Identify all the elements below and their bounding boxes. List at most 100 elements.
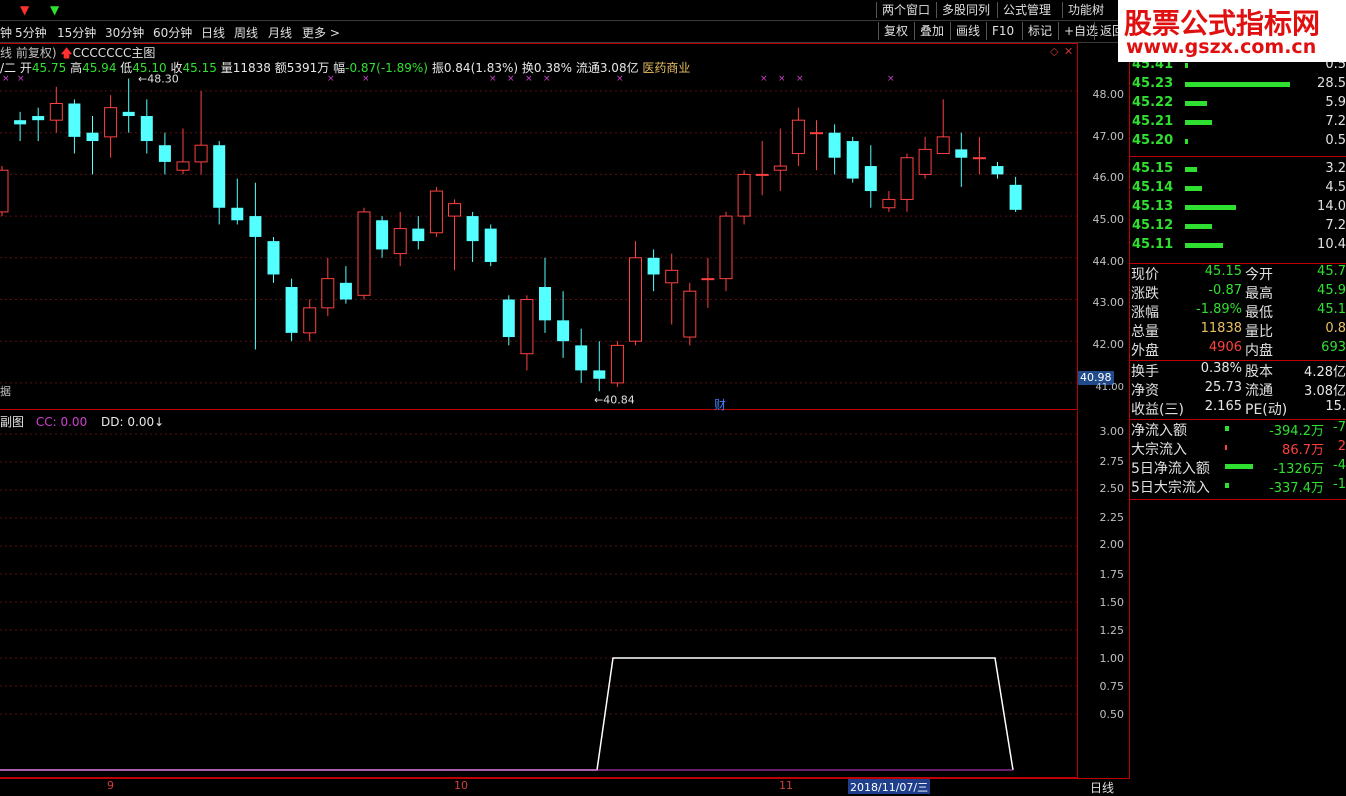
- volume-bar: [1185, 224, 1213, 229]
- period-30min[interactable]: 30分钟: [105, 24, 144, 41]
- candle: [882, 191, 896, 212]
- period-day[interactable]: 日线: [201, 24, 225, 41]
- candle: [810, 120, 823, 171]
- mark-button[interactable]: 标记: [1022, 22, 1057, 40]
- period-15min[interactable]: 15分钟: [57, 24, 96, 41]
- flow-row[interactable]: 5日大宗流入 -337.4万 -1: [1130, 477, 1346, 496]
- candle-body: [466, 216, 479, 242]
- stat-row[interactable]: 现价 45.15 今开 45.7: [1130, 264, 1346, 283]
- bid-row[interactable]: 45.12 7.2: [1130, 218, 1346, 237]
- draw-line-button[interactable]: 画线: [950, 22, 985, 40]
- candle: [502, 295, 515, 346]
- flow-bar: [1225, 426, 1230, 431]
- period-more[interactable]: 更多 >: [302, 24, 340, 41]
- candle-body: [593, 370, 606, 379]
- candle-body: [285, 286, 298, 333]
- stat-row[interactable]: 涨幅 -1.89% 最低 45.1: [1130, 302, 1346, 321]
- candle: [122, 78, 135, 133]
- ask-volume: 5.9: [1325, 95, 1346, 110]
- period-5min[interactable]: 5分钟: [15, 24, 47, 41]
- bid-row[interactable]: 45.11 10.4: [1130, 237, 1346, 256]
- bid-price: 45.15: [1132, 161, 1174, 176]
- collapse-icon[interactable]: ◇: [1050, 45, 1058, 58]
- function-tree-button[interactable]: 功能树: [1062, 2, 1109, 18]
- stat-row[interactable]: 收益(三) 2.165 PE(动) 15.: [1130, 399, 1346, 418]
- candle-body: [68, 103, 81, 137]
- candle: [991, 161, 1004, 179]
- bid-row[interactable]: 45.15 3.2: [1130, 161, 1346, 180]
- period-week[interactable]: 周线: [234, 24, 258, 41]
- candle-body: [864, 166, 877, 192]
- candle: [357, 207, 371, 300]
- bid-price: 45.14: [1132, 180, 1174, 195]
- bid-volume: 4.5: [1325, 180, 1346, 195]
- period-indicator[interactable]: 日线: [1090, 779, 1114, 796]
- period-month[interactable]: 月线: [268, 24, 292, 41]
- candle-body: [86, 132, 99, 142]
- bid-row[interactable]: 45.14 4.5: [1130, 180, 1346, 199]
- multi-stock-button[interactable]: 多股同列: [936, 2, 995, 18]
- flow-bar: [1225, 483, 1229, 488]
- two-windows-button[interactable]: 两个窗口: [876, 2, 935, 18]
- high-marker: ←48.30: [138, 72, 179, 85]
- candle-body: [376, 220, 389, 250]
- flow-row[interactable]: 5日净流入额 -1326万 -4: [1130, 458, 1346, 477]
- bid-volume: 14.0: [1317, 199, 1346, 214]
- candle-body: [0, 169, 9, 213]
- stat-row[interactable]: 总量 11838 量比 0.8: [1130, 321, 1346, 340]
- candle-body: [213, 145, 226, 208]
- f10-button[interactable]: F10: [986, 22, 1019, 40]
- candle-body: [575, 345, 588, 371]
- candle-body: [972, 157, 986, 160]
- ask-price: 45.20: [1132, 133, 1174, 148]
- period-min[interactable]: 钟: [0, 24, 12, 41]
- candle: [32, 107, 45, 142]
- candle: [429, 186, 443, 237]
- stat-value: 45.15: [1204, 264, 1242, 279]
- month-label: 10: [454, 779, 468, 792]
- stat-row[interactable]: 净资 25.73 流通 3.08亿: [1130, 380, 1346, 399]
- candle: [575, 328, 588, 383]
- divider: [1130, 156, 1346, 157]
- ask-row[interactable]: 45.22 5.9: [1130, 95, 1346, 114]
- close-icon[interactable]: ✕: [1064, 45, 1073, 58]
- stat-row[interactable]: 外盘 4906 内盘 693: [1130, 340, 1346, 359]
- period-60min[interactable]: 60分钟: [153, 24, 192, 41]
- candle: [303, 299, 317, 342]
- ask-row[interactable]: 45.23 28.5: [1130, 76, 1346, 95]
- ask-row[interactable]: 45.20 0.5: [1130, 133, 1346, 152]
- bid-row[interactable]: 45.13 14.0: [1130, 199, 1346, 218]
- candle-body: [773, 165, 787, 171]
- stat-row[interactable]: 换手 0.38% 股本 4.28亿: [1130, 361, 1346, 380]
- flow-row[interactable]: 大宗流入 86.7万 2: [1130, 439, 1346, 458]
- up-arrow-icon[interactable]: ▼: [50, 2, 59, 18]
- flow-row[interactable]: 净流入额 -394.2万 -7: [1130, 420, 1346, 439]
- overlay-button[interactable]: 叠加: [914, 22, 949, 40]
- restore-rights-button[interactable]: 复权: [878, 22, 913, 40]
- signal-mark: ×: [887, 74, 895, 84]
- ask-row[interactable]: 45.21 7.2: [1130, 114, 1346, 133]
- flow-bar: [1225, 464, 1253, 469]
- candle-body: [231, 207, 244, 221]
- down-arrow-icon[interactable]: ▼: [20, 2, 29, 18]
- ask-volume: 7.2: [1325, 114, 1346, 129]
- candle: [267, 236, 280, 283]
- formula-manager-button[interactable]: 公式管理: [997, 2, 1056, 18]
- logo-url: www.gszx.com.cn: [1126, 36, 1317, 58]
- candle: [376, 216, 389, 258]
- candlestick-chart[interactable]: × × × × × × × × × × × × × ←48.30 ←40.84: [0, 43, 1078, 410]
- candle: [737, 170, 751, 225]
- stat-row[interactable]: 涨跌 -0.87 最高 45.9: [1130, 283, 1346, 302]
- candle: [683, 282, 697, 346]
- candle-body: [791, 119, 805, 155]
- candle: [49, 86, 63, 133]
- candle-body: [701, 278, 715, 281]
- candle-body: [665, 269, 679, 284]
- stat-value: 3.08亿: [1304, 384, 1346, 399]
- sub-indicator-chart[interactable]: [0, 411, 1078, 778]
- candle: [918, 136, 932, 179]
- candle: [321, 257, 335, 317]
- price-tick: 46.00: [1092, 171, 1125, 184]
- flow-label: 5日净流入额: [1131, 461, 1210, 477]
- candle: [448, 199, 461, 271]
